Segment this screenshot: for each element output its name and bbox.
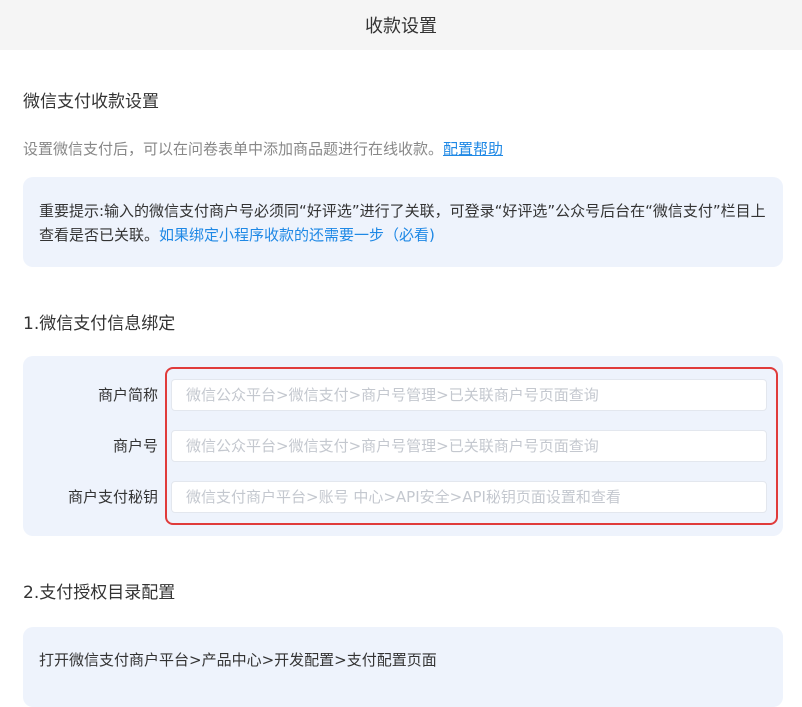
merchant-name-row: 商户简称 [23, 379, 783, 411]
merchant-key-label: 商户支付秘钥 [67, 488, 158, 506]
merchant-id-row: 商户号 [23, 430, 783, 462]
description-text: 设置微信支付后，可以在问卷表单中添加商品题进行在线收款。 [23, 140, 444, 158]
binding-form: 商户简称 商户号 商户支付秘钥 [23, 356, 783, 536]
merchant-id-label: 商户号 [112, 437, 158, 455]
auth-section-title: 2.支付授权目录配置 [23, 583, 176, 603]
auth-step-box: 打开微信支付商户平台>产品中心>开发配置>支付配置页面 [23, 627, 783, 707]
merchant-id-input[interactable] [171, 430, 767, 462]
merchant-name-label: 商户简称 [97, 386, 158, 404]
merchant-key-row: 商户支付秘钥 [23, 481, 783, 513]
top-header: 收款设置 [0, 0, 802, 50]
config-help-link[interactable]: 配置帮助 [443, 140, 503, 158]
binding-section-title: 1.微信支付信息绑定 [23, 314, 176, 334]
mini-program-step-link[interactable]: 如果绑定小程序收款的还需要一步（必看) [159, 226, 435, 244]
merchant-name-input[interactable] [171, 379, 767, 411]
merchant-key-input[interactable] [171, 481, 767, 513]
section-title: 微信支付收款设置 [23, 92, 159, 112]
section-description: 设置微信支付后，可以在问卷表单中添加商品题进行在线收款。配置帮助 [23, 138, 503, 159]
important-notice: 重要提示:输入的微信支付商户号必须同“好评选”进行了关联，可登录“好评选”公众号… [23, 177, 783, 267]
page-title: 收款设置 [365, 16, 437, 37]
auth-step-text: 打开微信支付商户平台>产品中心>开发配置>支付配置页面 [39, 651, 437, 669]
